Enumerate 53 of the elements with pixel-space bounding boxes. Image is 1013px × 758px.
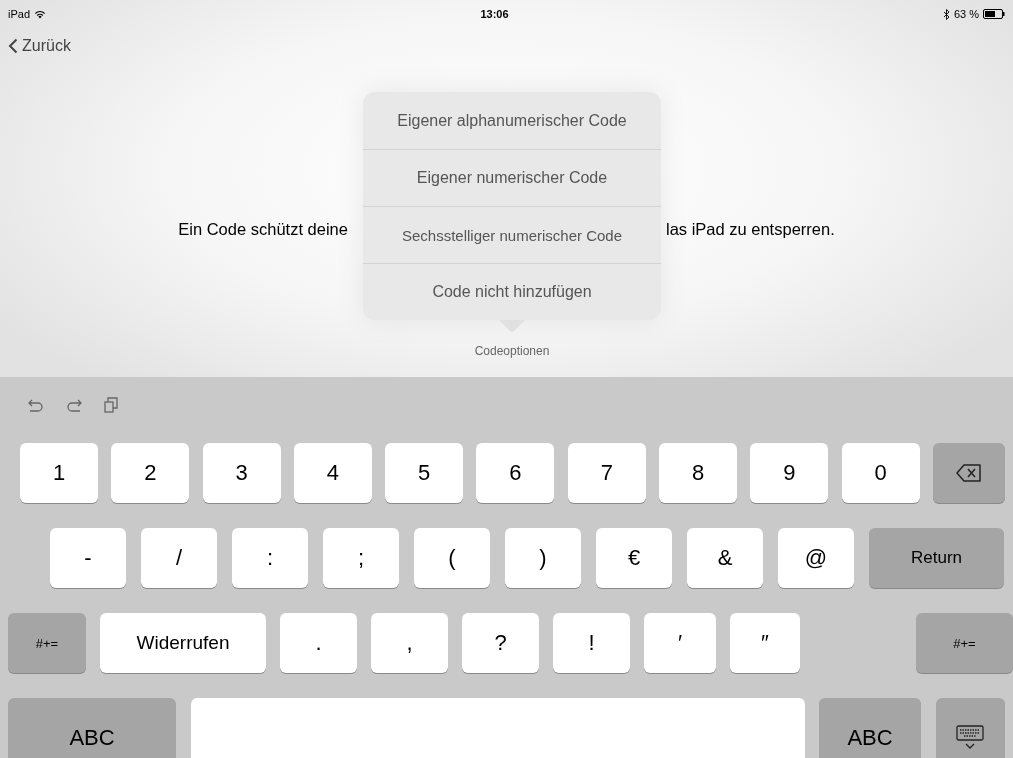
wifi-icon [34, 9, 47, 19]
bluetooth-icon [942, 8, 950, 20]
back-button[interactable]: Zurück [8, 37, 71, 55]
keyboard-key[interactable]: / [141, 528, 217, 588]
popover-option[interactable]: Code nicht hinzufügen [363, 263, 661, 320]
keyboard-key[interactable]: - [50, 528, 126, 588]
status-time: 13:06 [480, 8, 509, 20]
keyboard-key[interactable]: € [596, 528, 672, 588]
keyboard-key[interactable]: : [232, 528, 308, 588]
function-key[interactable]: Return [869, 528, 1004, 588]
function-key[interactable]: ABC [819, 698, 921, 758]
battery-percentage: 63 % [953, 8, 979, 20]
popover-caption: Codeoptionen [474, 344, 550, 358]
paste-icon[interactable] [104, 397, 118, 413]
keyboard-key[interactable]: 2 [111, 443, 190, 503]
keyboard-key[interactable]: ′ [644, 613, 716, 673]
keyboard-key[interactable]: ? [462, 613, 539, 673]
delete-key[interactable] [932, 443, 1005, 503]
keyboard-key[interactable]: 9 [750, 443, 829, 503]
popover-option[interactable]: Sechsstelliger numerischer Code [363, 206, 661, 263]
keyboard-key[interactable]: @ [778, 528, 854, 588]
description-text: Ein Code schützt deine [178, 220, 348, 239]
keyboard-key[interactable]: 3 [202, 443, 281, 503]
device-name: iPad [8, 8, 31, 20]
keyboard-key[interactable]: ( [414, 528, 490, 588]
backspace-icon [955, 464, 982, 482]
battery-icon [983, 9, 1005, 19]
keyboard-key[interactable]: ″ [730, 613, 800, 673]
keyboard-key[interactable]: 7 [567, 443, 646, 503]
description-text: las iPad zu entsperren. [665, 220, 835, 239]
undo-icon[interactable] [28, 398, 44, 412]
function-key[interactable]: #+= [916, 613, 1013, 673]
keyboard-key[interactable]: , [371, 613, 448, 673]
keyboard-key[interactable]: 5 [385, 443, 464, 503]
keyboard-key[interactable]: 1 [20, 443, 98, 503]
function-key[interactable]: ABC [8, 698, 176, 758]
popover-option[interactable]: Eigener alphanumerischer Code [363, 92, 661, 149]
keyboard-key[interactable]: 4 [293, 443, 372, 503]
function-key[interactable]: #+= [8, 613, 86, 673]
keyboard-key[interactable]: ! [553, 613, 630, 673]
keyboard-dismiss-icon [956, 725, 984, 751]
keyboard-key[interactable]: 6 [476, 443, 555, 503]
keyboard-key[interactable]: 0 [841, 443, 920, 503]
keyboard-key[interactable]: ; [323, 528, 399, 588]
keyboard-key[interactable]: Widerrufen [100, 613, 266, 673]
popover-option[interactable]: Eigener numerischer Code [363, 149, 661, 206]
keyboard-key[interactable]: 8 [659, 443, 738, 503]
keyboard-key[interactable]: ) [505, 528, 581, 588]
hide-keyboard-key[interactable] [935, 698, 1005, 758]
keyboard-key[interactable]: . [280, 613, 357, 673]
redo-icon[interactable] [66, 398, 82, 412]
chevron-left-icon [8, 38, 18, 54]
keyboard-key[interactable]: & [687, 528, 763, 588]
